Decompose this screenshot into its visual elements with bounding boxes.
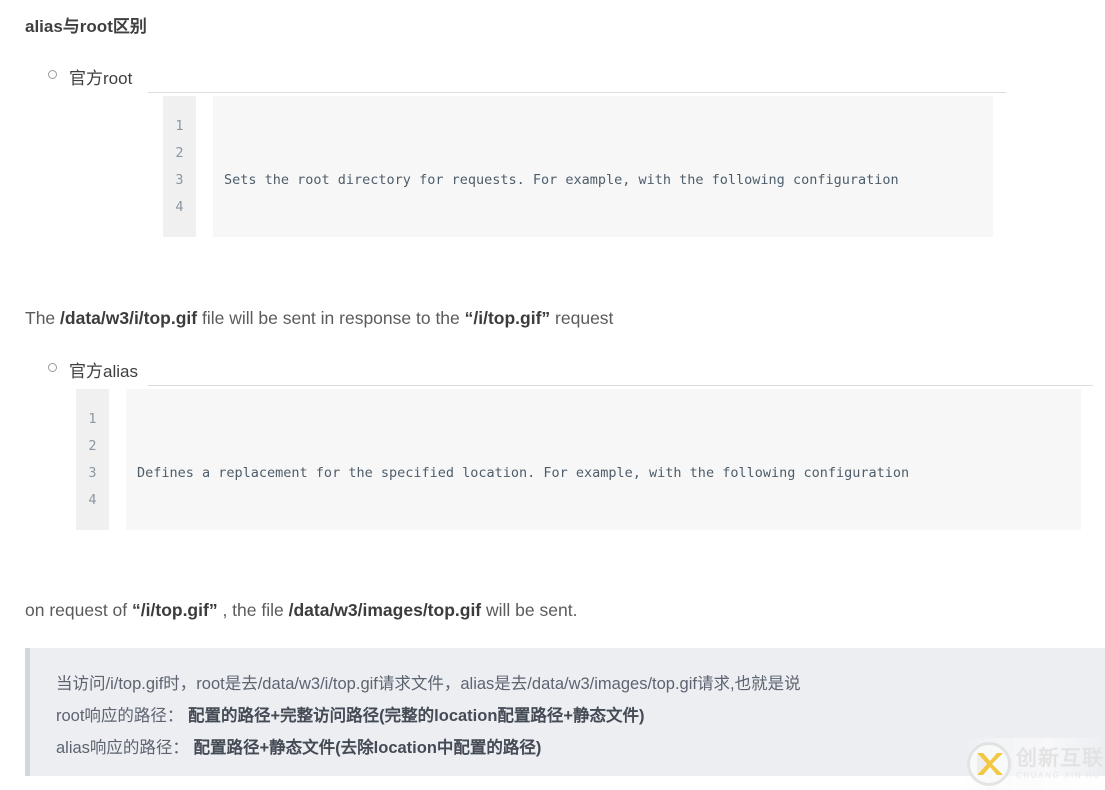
document-page: alias与root区别 官方root 1 2 3 4 Sets the roo… — [0, 0, 1105, 790]
paragraph-root-result-part3: request — [550, 308, 614, 328]
watermark-brand-en: CHUANG XIN HU LIAN — [1016, 771, 1105, 780]
code-line-number: 3 — [88, 465, 97, 481]
summary-line-2-label: root响应的路径： — [56, 707, 184, 725]
paragraph-root-result-path: /data/w3/i/top.gif — [60, 308, 198, 328]
code-gutter-divider — [196, 96, 213, 237]
section-heading-root-label: 官方root — [69, 69, 133, 88]
code-block-alias: 1 2 3 4 Defines a replacement for the sp… — [76, 389, 1081, 530]
paragraph-root-result-part1: The — [25, 308, 61, 328]
logo-x-glyph — [977, 753, 1003, 775]
logo-icon — [967, 742, 1011, 786]
summary-line-3-label: alias响应的路径： — [56, 739, 189, 757]
code-line-number: 2 — [175, 145, 184, 161]
paragraph-root-result: The /data/w3/i/top.gif file will be sent… — [25, 306, 613, 331]
summary-line-3: alias响应的路径： 配置路径+静态文件(去除location中配置的路径) — [56, 734, 541, 758]
code-gutter-root: 1 2 3 4 — [163, 96, 196, 237]
paragraph-alias-result: on request of “/i/top.gif” , the file /d… — [25, 598, 577, 623]
code-line-number: 4 — [175, 199, 184, 215]
bullet-circle-icon — [48, 363, 57, 372]
code-content-root[interactable]: Sets the root directory for requests. Fo… — [213, 96, 993, 237]
code-content-alias[interactable]: Defines a replacement for the specified … — [126, 389, 1081, 530]
summary-line-1: 当访问/i/top.gif时，root是去/data/w3/i/top.gif请… — [56, 675, 801, 693]
watermark-text: 创新互联 CHUANG XIN HU LIAN — [1016, 748, 1105, 780]
bullet-circle-icon — [48, 70, 57, 79]
summary-note-box: 当访问/i/top.gif时，root是去/data/w3/i/top.gif请… — [25, 648, 1105, 776]
section-heading-alias-label: 官方alias — [69, 362, 138, 381]
page-title: alias与root区别 — [25, 17, 147, 36]
paragraph-alias-result-part3: will be sent. — [481, 600, 578, 620]
summary-line-2-value: 配置的路径+完整访问路径(完整的location配置路径+静态文件) — [188, 707, 645, 725]
code-line-number: 1 — [88, 411, 97, 427]
section-rule-alias — [148, 385, 1093, 386]
section-heading-alias: 官方alias — [48, 357, 138, 382]
paragraph-alias-result-path: /data/w3/images/top.gif — [288, 600, 482, 620]
code-line-number: 4 — [88, 492, 97, 508]
paragraph-alias-result-part1: on request of — [25, 600, 133, 620]
summary-line-2: root响应的路径： 配置的路径+完整访问路径(完整的location配置路径+… — [56, 702, 645, 726]
paragraph-root-result-part2: file will be sent in response to the — [197, 308, 465, 328]
paragraph-alias-result-part2: , the file — [217, 600, 289, 620]
code-line-number: 1 — [175, 118, 184, 134]
paragraph-root-result-request: “/i/top.gif” — [464, 308, 551, 328]
summary-line-3-value: 配置路径+静态文件(去除location中配置的路径) — [193, 739, 542, 757]
paragraph-alias-result-request: “/i/top.gif” — [132, 600, 218, 620]
watermark-brand-cn: 创新互联 — [1016, 747, 1104, 770]
code-line: Defines a replacement for the specified … — [137, 465, 910, 481]
code-gutter-alias: 1 2 3 4 — [76, 389, 109, 530]
code-block-root: 1 2 3 4 Sets the root directory for requ… — [163, 96, 993, 237]
code-line-number: 2 — [88, 438, 97, 454]
code-line: Sets the root directory for requests. Fo… — [224, 172, 899, 188]
code-line-number: 3 — [175, 172, 184, 188]
code-gutter-divider — [109, 389, 126, 530]
section-rule-root — [148, 92, 1006, 93]
section-heading-root: 官方root — [48, 64, 132, 89]
watermark: 创新互联 CHUANG XIN HU LIAN — [963, 738, 1105, 790]
